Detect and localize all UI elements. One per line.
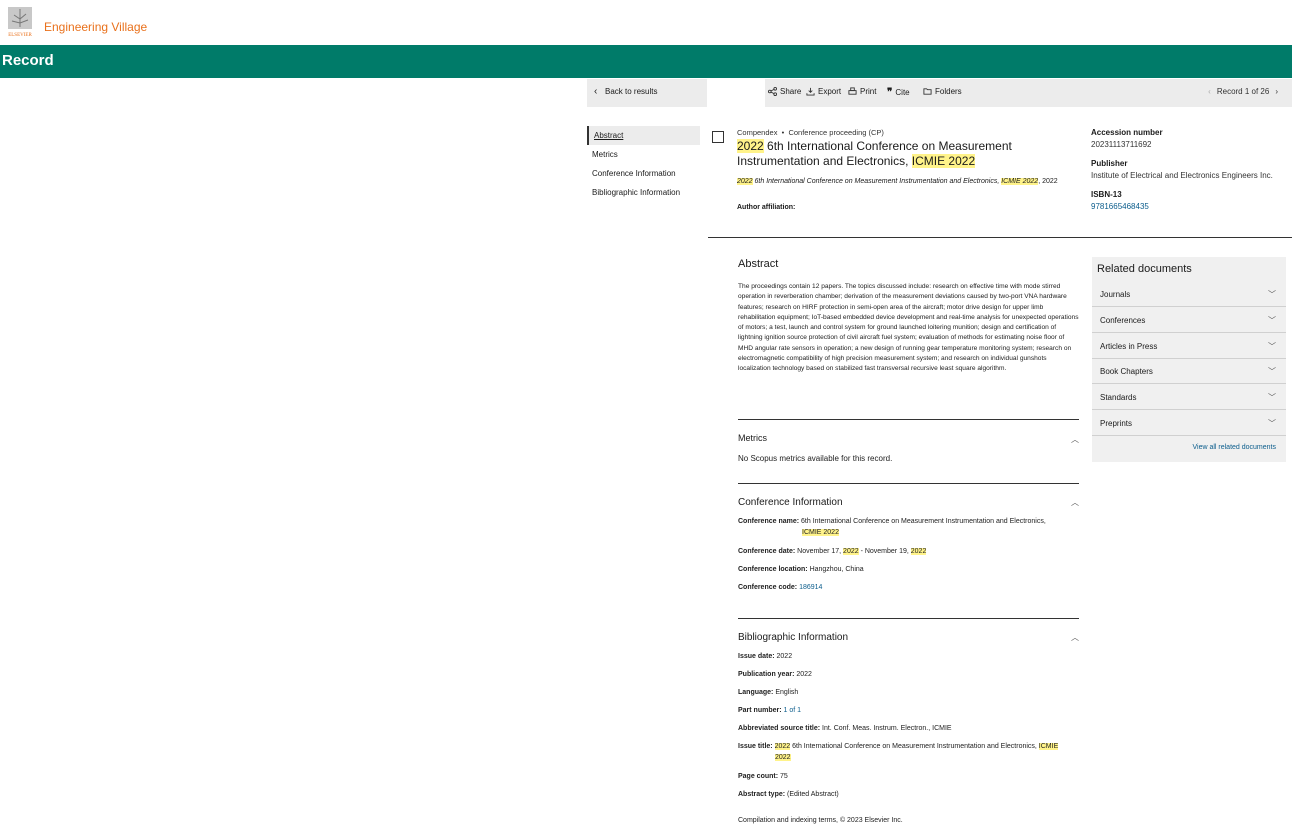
record-navigation: ‹ Record 1 of 26 › [1208,87,1278,96]
isbn-label: ISBN-13 [1091,190,1122,199]
chevron-left-icon: ‹ [594,86,598,97]
folder-icon [923,88,932,95]
accession-label: Accession number [1091,128,1163,137]
section-divider [738,483,1079,484]
back-label: Back to results [605,87,658,96]
download-icon [806,87,815,96]
abbreviated-source-row: Abbreviated source title: Int. Conf. Mea… [738,725,952,732]
folders-button[interactable]: Folders [923,87,962,96]
section-divider [738,419,1079,420]
record-source: 2022 6th International Conference on Mea… [737,178,1058,185]
printer-icon [848,87,857,95]
chevron-up-icon[interactable]: ︿ [1071,497,1079,508]
record-count: Record 1 of 26 [1216,87,1270,96]
record-title: 2022 6th International Conference on Mea… [737,139,1012,168]
view-all-related-link[interactable]: View all related documents [1192,444,1276,451]
language-row: Language: English [738,689,799,696]
cite-button[interactable]: ❞ Cite [887,87,910,98]
section-nav: Abstract Metrics Conference Information … [587,126,700,202]
accession-value: 20231113711692 [1091,140,1152,149]
related-item-book-chapters[interactable]: Book Chapters ﹀ [1092,358,1286,384]
nav-conference-information[interactable]: Conference Information [587,164,700,183]
conference-code-link[interactable]: 186914 [799,584,822,591]
page-title: Record [2,52,54,69]
related-heading: Related documents [1097,263,1192,275]
related-item-journals[interactable]: Journals ﹀ [1092,281,1286,307]
chevron-up-icon[interactable]: ︿ [1071,632,1079,643]
chevron-down-icon: ﹀ [1268,393,1276,402]
record-meta: Compendex • Conference proceeding (CP) [737,128,884,137]
related-item-conferences[interactable]: Conferences ﹀ [1092,307,1286,333]
record-toolbar: Share Export Print ❞ Cite Folders ‹ Reco… [765,79,1292,107]
export-button[interactable]: Export [806,87,841,96]
issue-date-row: Issue date: 2022 [738,653,793,660]
chevron-down-icon: ﹀ [1268,316,1276,325]
publisher-value: Institute of Electrical and Electronics … [1091,171,1273,180]
share-icon [768,87,777,96]
database-label: Compendex [737,128,778,137]
issue-title-row: Issue title: 2022 6th International Conf… [738,743,1059,761]
conference-heading: Conference Information [738,497,843,508]
nav-bibliographic-information[interactable]: Bibliographic Information [587,183,700,202]
record-details: Accession number 20231113711692 Publishe… [1091,128,1291,221]
conference-location-row: Conference location: Hangzhou, China [738,566,864,573]
record-bar: Record [0,45,1292,78]
quote-icon: ❞ [887,87,893,98]
header-divider [708,237,1292,238]
publisher-label: Publisher [1091,159,1128,168]
svg-text:ELSEVIER: ELSEVIER [8,33,32,38]
share-button[interactable]: Share [768,87,801,96]
related-item-preprints[interactable]: Preprints ﹀ [1092,410,1286,436]
chevron-down-icon: ﹀ [1268,290,1276,299]
metrics-text: No Scopus metrics available for this rec… [738,454,893,463]
print-button[interactable]: Print [848,87,876,96]
top-bar: ELSEVIER Engineering Village [0,0,1292,45]
publication-year-row: Publication year: 2022 [738,671,812,678]
isbn-link[interactable]: 9781665468435 [1091,202,1291,211]
metrics-heading: Metrics [738,433,767,443]
nav-abstract[interactable]: Abstract [587,126,700,145]
abstract-heading: Abstract [738,258,779,270]
conference-name-row: Conference name: 6th International Confe… [738,518,1046,536]
conference-code-row: Conference code: 186914 [738,584,823,591]
section-divider [738,618,1079,619]
nav-metrics[interactable]: Metrics [587,145,700,164]
elsevier-logo-icon[interactable]: ELSEVIER [6,5,34,38]
part-number-row: Part number: 1 of 1 [738,707,802,714]
select-record-checkbox[interactable] [712,131,724,143]
previous-record-icon[interactable]: ‹ [1208,87,1211,96]
conference-date-row: Conference date: November 17, 2022 - Nov… [738,548,927,555]
related-documents-panel: Related documents Journals ﹀ Conferences ﹀… [1092,257,1286,462]
author-affiliation-label: Author affiliation: [737,204,796,211]
chevron-up-icon[interactable]: ︿ [1071,434,1079,445]
chevron-down-icon: ﹀ [1268,342,1276,351]
bibliographic-heading: Bibliographic Information [738,632,849,643]
back-to-results-button[interactable]: ‹ Back to results [587,79,707,107]
chevron-down-icon: ﹀ [1268,367,1276,376]
copyright-text: Compilation and indexing terms, © 2023 E… [738,817,903,824]
related-item-articles-in-press[interactable]: Articles in Press ﹀ [1092,333,1286,359]
document-type: Conference proceeding (CP) [788,128,884,137]
related-item-standards[interactable]: Standards ﹀ [1092,384,1286,410]
page-count-row: Page count: 75 [738,773,788,780]
brand-name[interactable]: Engineering Village [44,20,147,34]
abstract-text: The proceedings contain 12 papers. The t… [738,283,1079,373]
chevron-down-icon: ﹀ [1268,419,1276,428]
next-record-icon[interactable]: › [1275,87,1278,96]
abstract-type-row: Abstract type: (Edited Abstract) [738,791,839,798]
